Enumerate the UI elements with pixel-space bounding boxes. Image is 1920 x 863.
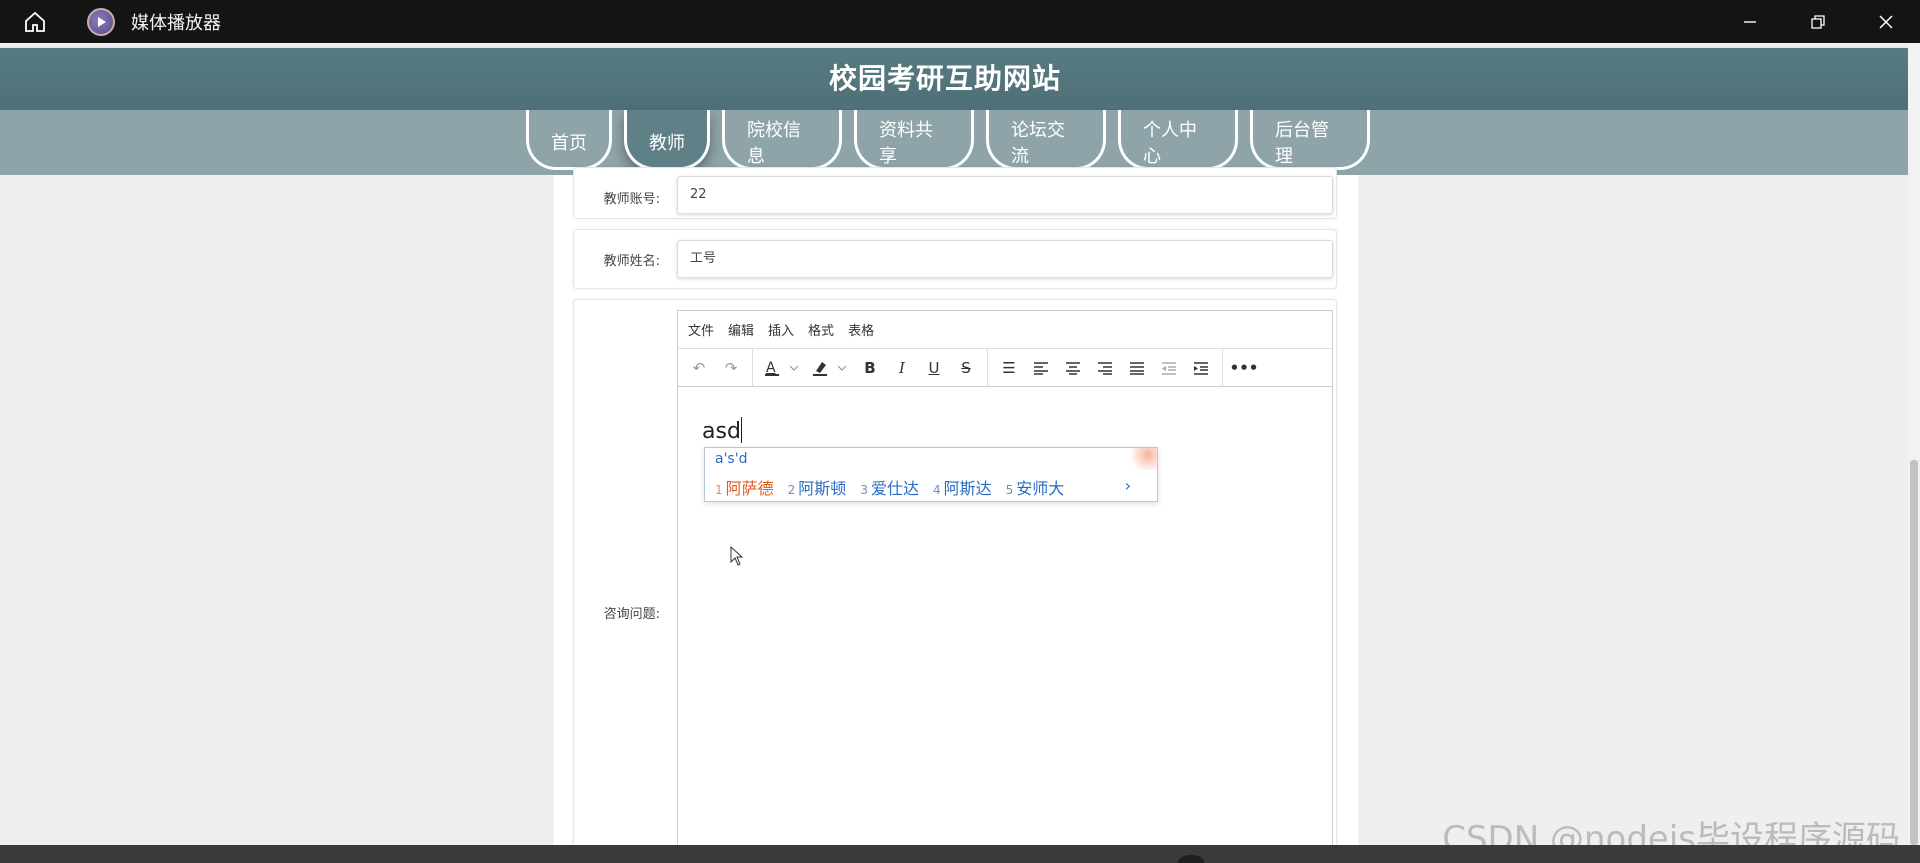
site-header: 校园考研互助网站: [0, 48, 1908, 110]
account-row: 教师账号: 22: [573, 167, 1337, 219]
restore-button[interactable]: [1784, 0, 1852, 43]
line-height-button[interactable]: ☰: [993, 353, 1025, 383]
menu-edit[interactable]: 编辑: [728, 320, 754, 339]
align-left-button[interactable]: [1025, 353, 1057, 383]
line-height-icon: ☰: [1002, 358, 1016, 377]
seek-knob[interactable]: [1178, 855, 1204, 863]
nav-schools[interactable]: 院校信息: [722, 110, 842, 170]
highlight-icon: [813, 361, 847, 376]
outdent-icon: [1162, 361, 1176, 375]
bold-button[interactable]: B: [854, 353, 886, 383]
more-button[interactable]: •••: [1228, 353, 1260, 383]
player-control-bar: [0, 845, 1920, 863]
ime-candidate[interactable]: 2 阿斯顿: [788, 475, 847, 499]
undo-icon: ↶: [692, 358, 706, 377]
outdent-button[interactable]: [1153, 353, 1185, 383]
window-title: 媒体播放器: [131, 12, 221, 34]
text-caret: [740, 417, 742, 443]
editor-text[interactable]: asd: [702, 417, 742, 444]
bold-icon: B: [864, 358, 876, 377]
nav-admin[interactable]: 后台管理: [1250, 110, 1370, 170]
menu-format[interactable]: 格式: [808, 320, 834, 339]
minimize-button[interactable]: [1716, 0, 1784, 43]
menu-insert[interactable]: 插入: [768, 320, 794, 339]
nav-home[interactable]: 首页: [526, 110, 612, 170]
home-icon: [25, 11, 45, 32]
nav-bar: 首页 教师 院校信息 资料共享 论坛交流 个人中心 后台管理: [0, 110, 1908, 175]
ime-composition: a's'd: [715, 451, 748, 467]
nav-resources[interactable]: 资料共享: [854, 110, 974, 170]
question-label: 咨询问题:: [603, 607, 660, 622]
editor-menubar: 文件 编辑 插入 格式 表格: [678, 311, 1332, 349]
title-bar: 媒体播放器: [0, 0, 1920, 43]
page-scrollbar[interactable]: [1908, 43, 1920, 845]
nav-forum[interactable]: 论坛交流: [986, 110, 1106, 170]
ime-candidate[interactable]: 1 阿萨德: [715, 475, 774, 499]
account-input[interactable]: 22: [677, 176, 1333, 214]
indent-button[interactable]: [1185, 353, 1217, 383]
ime-candidate[interactable]: 5 安师大: [1006, 475, 1065, 499]
minimize-icon: [1744, 20, 1756, 23]
ime-candidate[interactable]: 4 阿斯达: [933, 475, 992, 499]
svg-text:A: A: [766, 360, 776, 376]
editor-toolbar: ↶ ↷ A B I U S ☰ •••: [678, 348, 1332, 387]
ime-skin-decoration: [1127, 448, 1157, 470]
more-icon: •••: [1229, 358, 1259, 377]
align-center-button[interactable]: [1057, 353, 1089, 383]
text-color-icon: A: [765, 360, 799, 376]
nav-teacher[interactable]: 教师: [624, 110, 710, 170]
consult-form: 教师账号: 22 教师姓名: 工号 咨询问题: 文件 编辑 插入 格式 表格 ↶: [554, 167, 1358, 845]
ime-candidate[interactable]: 3 爱仕达: [860, 475, 919, 499]
align-right-icon: [1098, 361, 1112, 375]
account-label: 教师账号:: [603, 192, 660, 207]
highlight-button[interactable]: [806, 353, 854, 383]
align-right-button[interactable]: [1089, 353, 1121, 383]
italic-button[interactable]: I: [886, 353, 918, 383]
menu-file[interactable]: 文件: [688, 320, 714, 339]
rich-text-editor: 文件 编辑 插入 格式 表格 ↶ ↷ A B I U S ☰ ••• asd: [677, 310, 1333, 845]
redo-icon: ↷: [724, 358, 738, 377]
close-button[interactable]: [1852, 0, 1920, 43]
menu-table[interactable]: 表格: [848, 320, 874, 339]
underline-button[interactable]: U: [918, 353, 950, 383]
web-page: 校园考研互助网站 首页 教师 院校信息 资料共享 论坛交流 个人中心 后台管理 …: [0, 43, 1908, 845]
ime-candidate-window: a's'd 1 阿萨德 2 阿斯顿 3 爱仕达 4 阿斯达 5 安师大 ›: [704, 447, 1158, 502]
underline-icon: U: [928, 358, 940, 377]
undo-button[interactable]: ↶: [683, 353, 715, 383]
name-input[interactable]: 工号: [677, 240, 1333, 278]
media-player-icon: [87, 7, 115, 36]
ime-next-page-button[interactable]: ›: [1125, 476, 1131, 495]
close-icon: [1879, 14, 1893, 29]
indent-icon: [1194, 361, 1208, 375]
italic-icon: I: [899, 358, 905, 377]
nav-profile[interactable]: 个人中心: [1118, 110, 1238, 170]
align-justify-button[interactable]: [1121, 353, 1153, 383]
align-center-icon: [1066, 361, 1080, 375]
scrollbar-thumb[interactable]: [1910, 460, 1918, 845]
home-button[interactable]: [17, 4, 53, 40]
strikethrough-button[interactable]: S: [950, 353, 982, 383]
question-row: 咨询问题: 文件 编辑 插入 格式 表格 ↶ ↷ A B I U S ☰ •••…: [573, 299, 1337, 845]
watermark: CSDN @nodejs毕设程序源码: [1442, 819, 1900, 845]
redo-button[interactable]: ↷: [715, 353, 747, 383]
text-color-button[interactable]: A: [758, 353, 806, 383]
name-label: 教师姓名:: [603, 254, 660, 269]
strikethrough-icon: S: [961, 358, 971, 377]
mouse-pointer-icon: [730, 546, 744, 566]
restore-icon: [1811, 14, 1825, 29]
site-title: 校园考研互助网站: [828, 62, 1061, 95]
name-row: 教师姓名: 工号: [573, 229, 1337, 289]
align-justify-icon: [1130, 361, 1144, 375]
align-left-icon: [1034, 361, 1048, 375]
